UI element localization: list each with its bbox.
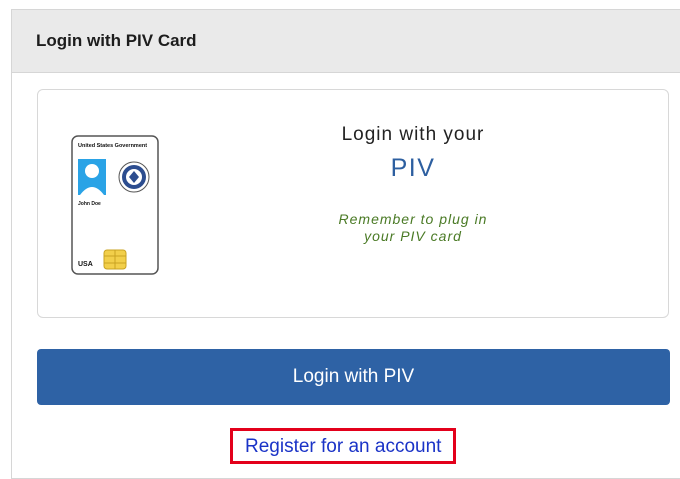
plug-in-reminder-text: Remember to plug in your PIV card <box>338 211 488 244</box>
panel-header: Login with PIV Card <box>12 10 680 73</box>
piv-card-icon: United States Government John Doe USA <box>71 135 159 275</box>
register-account-link[interactable]: Register for an account <box>230 428 457 464</box>
piv-info-box: United States Government John Doe USA Lo… <box>37 89 669 318</box>
piv-card-country-text: USA <box>78 261 93 268</box>
piv-card-header-text: United States Government <box>78 143 147 149</box>
piv-instructions: Login with your PIV Remember to plug in … <box>288 114 538 245</box>
piv-login-panel: Login with PIV Card United States Govern… <box>11 9 680 479</box>
login-with-piv-button[interactable]: Login with PIV <box>37 349 670 405</box>
piv-title-text: PIV <box>390 154 436 182</box>
login-with-your-text: Login with your <box>341 124 485 145</box>
piv-card-name-text: John Doe <box>78 201 101 207</box>
panel-title: Login with PIV Card <box>36 31 197 50</box>
